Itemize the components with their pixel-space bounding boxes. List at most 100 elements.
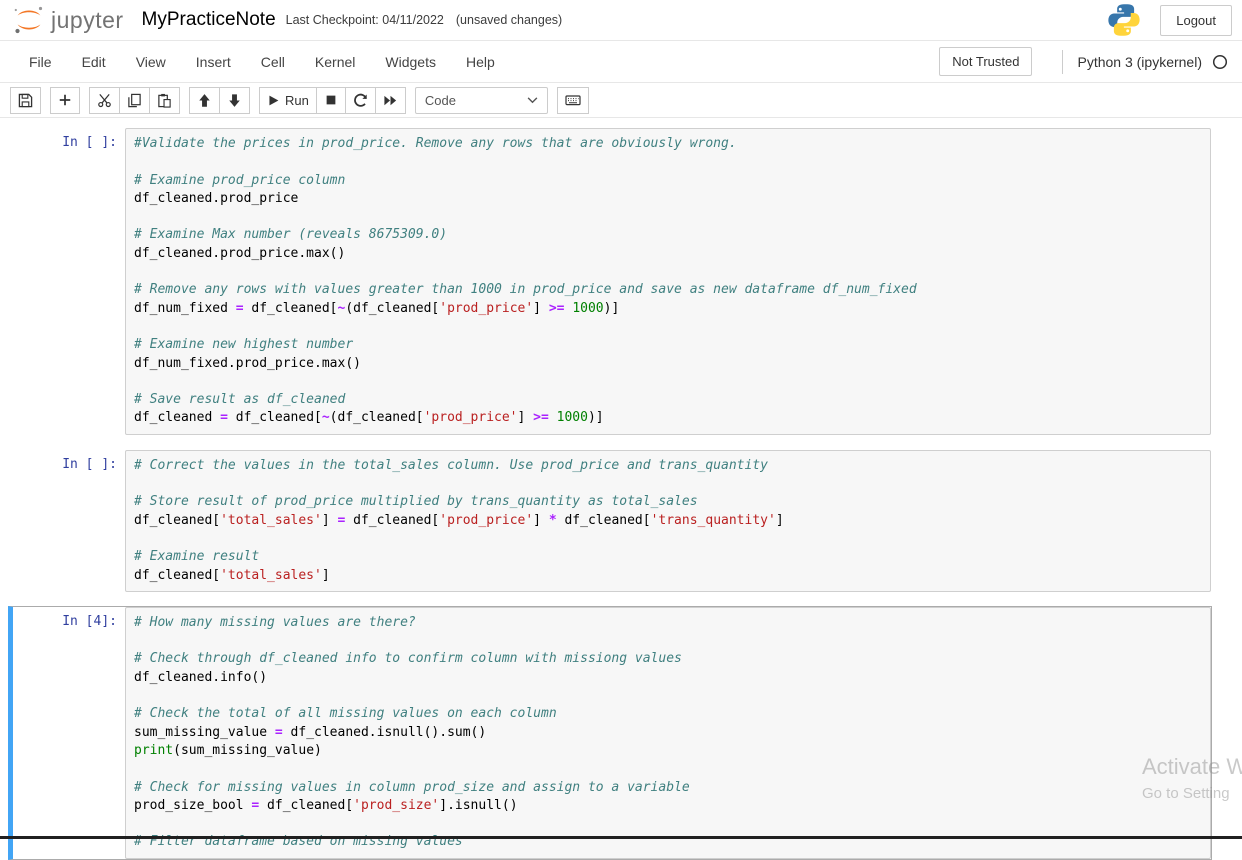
restart-kernel-button[interactable] <box>344 86 376 114</box>
code-line: # Examine result <box>134 549 260 565</box>
notebook-cell[interactable]: In [4]: # How many missing values are the… <box>8 605 1212 860</box>
interrupt-kernel-button[interactable] <box>315 86 346 114</box>
notebook-cell[interactable]: In [ ]: # Correct the values in the total… <box>8 449 1212 593</box>
code-line: # Store result of prod_price multiplied … <box>134 494 698 510</box>
code-line: # Examine prod_price column <box>134 172 346 188</box>
cell-code-editor[interactable]: #Validate the prices in prod_price. Remo… <box>125 128 1211 435</box>
run-button-label: Run <box>285 92 309 108</box>
notebook-cell[interactable]: In [ ]: #Validate the prices in prod_pric… <box>8 127 1212 436</box>
stop-icon <box>326 95 336 105</box>
notebook-header: jupyter MyPracticeNote Last Checkpoint: … <box>0 0 1242 41</box>
restart-kernel-icon <box>354 93 367 107</box>
menu-item-help[interactable]: Help <box>451 45 510 79</box>
jupyter-logo-icon <box>14 6 43 34</box>
kernel-separator <box>1062 49 1064 74</box>
cut-cell-icon <box>98 93 111 107</box>
menu-item-edit[interactable]: Edit <box>67 45 121 79</box>
code-line: df_cleaned.info() <box>134 669 268 685</box>
code-line: prod_size_bool = df_cleaned['prod_size']… <box>134 797 518 813</box>
code-line: sum_missing_value = df_cleaned.isnull().… <box>134 724 487 740</box>
header-right: Logout <box>1106 2 1232 38</box>
code-line: print(sum_missing_value) <box>134 742 322 758</box>
paste-cell-icon <box>158 93 171 108</box>
move-cell-up-button[interactable] <box>189 86 220 114</box>
restart-run-all-button[interactable] <box>374 86 406 114</box>
menu-item-cell[interactable]: Cell <box>246 45 300 79</box>
code-line: # Check for missing values in column pro… <box>134 779 690 795</box>
code-line: # Check through df_cleaned info to confi… <box>134 651 682 667</box>
jupyter-logo[interactable]: jupyter <box>12 4 124 36</box>
kernel-name: Python 3 (ipykernel) <box>1077 53 1202 70</box>
code-line: # Examine new highest number <box>134 337 354 353</box>
code-line: df_cleaned['total_sales'] <box>134 567 330 583</box>
open-command-palette-button[interactable] <box>556 86 589 114</box>
cut-cell-button[interactable] <box>89 86 120 114</box>
checkpoint-status: Last Checkpoint: 04/11/2022 <box>285 13 444 27</box>
kernel-idle-icon <box>1212 54 1228 69</box>
python-logo-icon <box>1108 4 1140 36</box>
clipboard-group <box>89 86 180 114</box>
run-group: Run <box>259 86 406 114</box>
code-line: # Check the total of all missing values … <box>134 706 557 722</box>
menu-item-insert[interactable]: Insert <box>181 45 246 79</box>
menu-item-file[interactable]: File <box>14 45 67 79</box>
cell-code-editor[interactable]: # Correct the values in the total_sales … <box>125 449 1211 592</box>
not-trusted-button[interactable]: Not Trusted <box>939 47 1033 76</box>
move-cell-down-button[interactable] <box>219 86 250 114</box>
notebook: In [ ]: #Validate the prices in prod_pric… <box>0 118 1242 860</box>
code-line: df_cleaned.prod_price.max() <box>134 245 346 261</box>
jupyter-logo-text: jupyter <box>51 6 124 33</box>
save-button[interactable] <box>10 86 41 114</box>
header-left: jupyter MyPracticeNote Last Checkpoint: … <box>12 4 562 36</box>
paste-cell-button[interactable] <box>149 86 180 114</box>
run-button[interactable]: Run <box>259 86 317 114</box>
code-line: # Remove any rows with values greater th… <box>134 282 917 298</box>
code-line: # Save result as df_cleaned <box>134 392 346 408</box>
add-cell-button[interactable] <box>50 86 80 114</box>
code-line: df_num_fixed = df_cleaned[~(df_cleaned['… <box>134 300 620 316</box>
code-line: # How many missing values are there? <box>134 614 416 630</box>
menu-bar: File Edit View Insert Cell Kernel Widgets Help … <box>0 41 1242 83</box>
menu-item-widgets[interactable]: Widgets <box>370 45 451 79</box>
autosave-status: (unsaved changes) <box>455 13 563 27</box>
run-icon <box>269 95 279 105</box>
dropdown-chevron-icon <box>527 96 538 103</box>
code-line: # Correct the values in the total_sales … <box>134 457 768 473</box>
menu-right: Not Trusted Python 3 (ipykernel) <box>939 47 1228 76</box>
toolbar: Run Code <box>0 83 1242 118</box>
menu-item-kernel[interactable]: Kernel <box>300 45 370 79</box>
cell-type-value: Code <box>424 92 456 108</box>
menu-items: File Edit View Insert Cell Kernel Widgets Help <box>14 45 510 79</box>
code-line: df_num_fixed.prod_price.max() <box>134 355 361 371</box>
code-line: #Validate the prices in prod_price. Remo… <box>134 136 737 151</box>
menu-item-view[interactable]: View <box>121 45 181 79</box>
add-cell-group <box>50 86 80 114</box>
move-cell-group <box>189 86 250 114</box>
save-icon <box>18 93 33 107</box>
cell-prompt: In [4]: <box>62 613 117 629</box>
code-line: df_cleaned = df_cleaned[~(df_cleaned['pr… <box>134 410 604 426</box>
cell-code-editor[interactable]: # How many missing values are there? # C… <box>125 606 1211 859</box>
code-line: df_cleaned['total_sales'] = df_cleaned['… <box>134 512 784 528</box>
move-cell-up-icon <box>199 93 210 107</box>
copy-cell-button[interactable] <box>119 86 150 114</box>
logout-button[interactable]: Logout <box>1160 4 1232 36</box>
keyboard-group <box>556 86 589 114</box>
cell-prompt: In [ ]: <box>62 456 117 472</box>
copy-cell-icon <box>128 93 141 107</box>
add-cell-icon <box>59 94 71 106</box>
restart-run-all-icon <box>384 95 396 105</box>
move-cell-down-icon <box>229 93 240 107</box>
cell-type-select[interactable]: Code <box>414 86 548 114</box>
notebook-title[interactable]: MyPracticeNote <box>142 9 276 31</box>
